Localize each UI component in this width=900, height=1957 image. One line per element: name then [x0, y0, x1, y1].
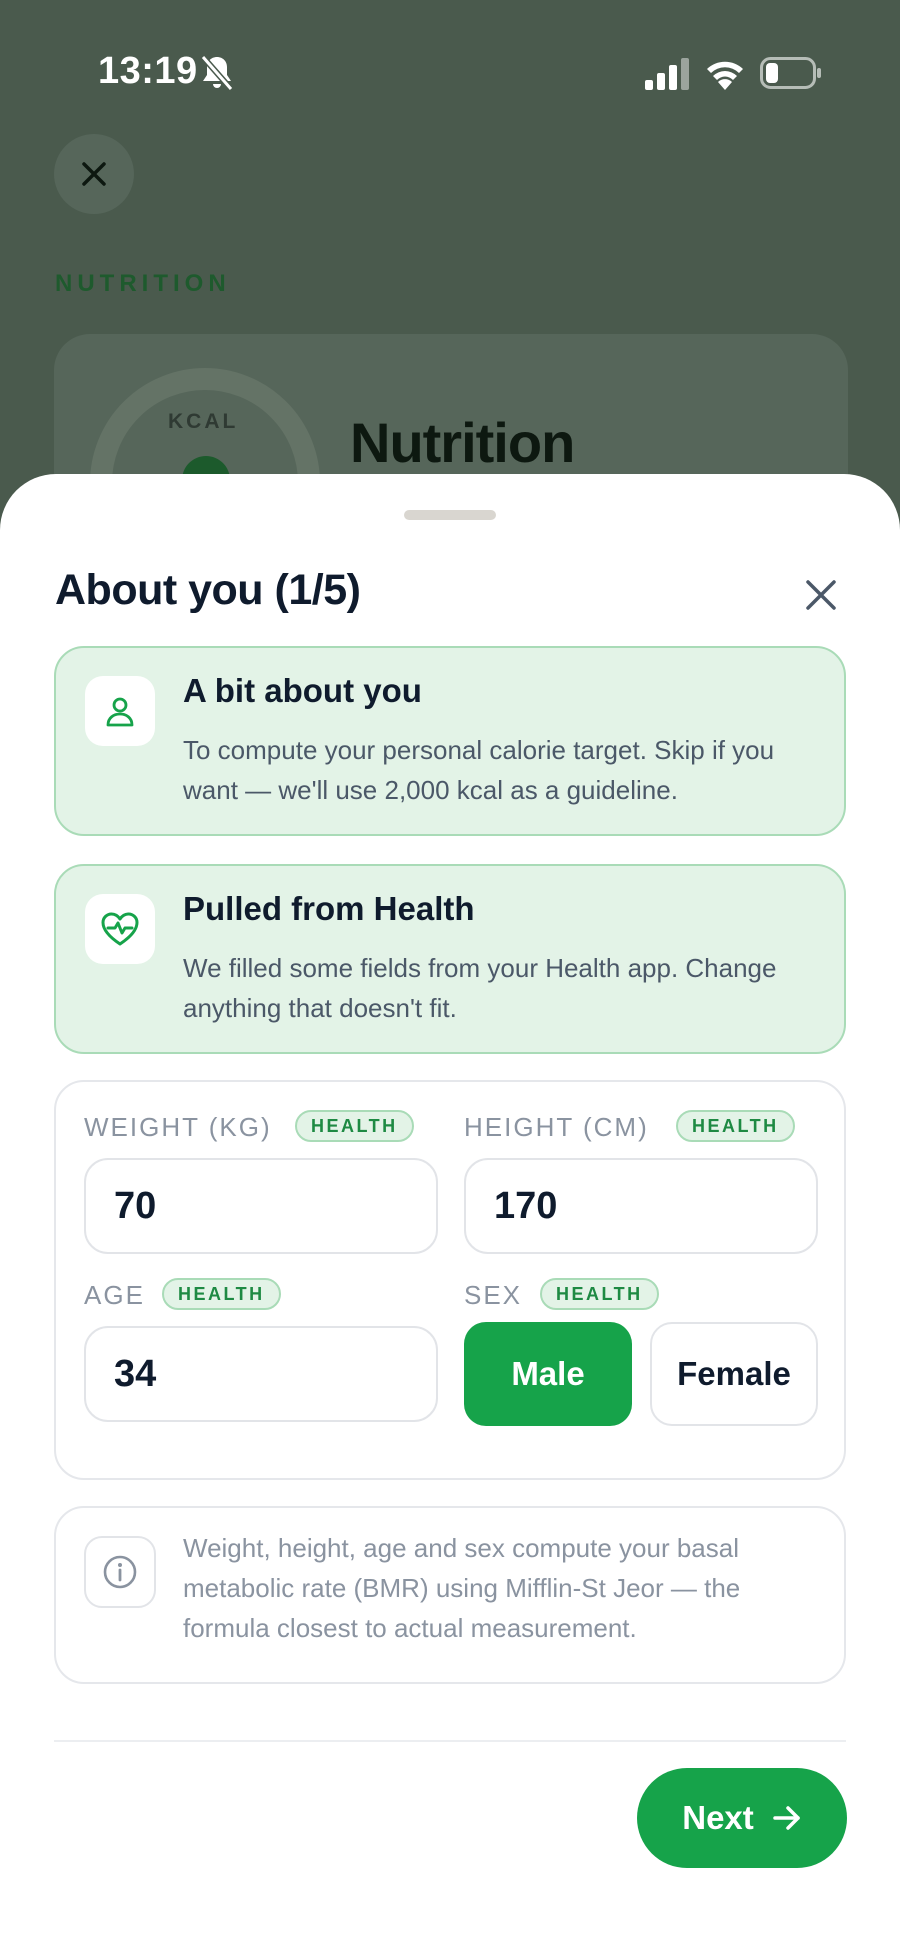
background-screen: 13:19 NUTRITION KCAL Nutrition [0, 0, 900, 598]
background-section-label: NUTRITION [55, 270, 231, 297]
intro-body: To compute your personal calorie target.… [183, 735, 775, 805]
close-icon [82, 162, 106, 186]
cellular-signal-icon [645, 58, 689, 90]
sheet-close-button[interactable] [796, 570, 846, 620]
wifi-icon [707, 61, 743, 90]
weight-input[interactable]: 70 [84, 1158, 438, 1254]
age-label: AGE [84, 1280, 145, 1310]
intro-title: A bit about you [183, 672, 422, 709]
status-time: 13:19 [98, 50, 198, 92]
close-icon [806, 580, 836, 610]
bell-slash-icon [200, 55, 234, 91]
next-button-label: Next [682, 1799, 754, 1836]
height-label: HEIGHT (CM) [464, 1112, 649, 1142]
background-close-button [54, 134, 134, 214]
health-title: Pulled from Health [183, 890, 475, 927]
arrow-right-icon [773, 1806, 800, 1830]
battery-icon [760, 57, 821, 89]
heart-pulse-icon [101, 912, 139, 946]
sex-health-badge: HEALTH [540, 1278, 659, 1310]
background-kcal-label: KCAL [168, 410, 239, 433]
health-icon-box [85, 894, 155, 964]
person-icon [106, 697, 134, 727]
sheet-title: About you (1/5) [55, 566, 361, 614]
sex-label: SEX [464, 1280, 523, 1310]
height-health-badge: HEALTH [676, 1110, 795, 1142]
sex-option-female[interactable]: Female [650, 1322, 818, 1426]
about-you-sheet: About you (1/5) A bit about you To compu… [0, 474, 900, 1957]
body-metrics-form: WEIGHT (KG) HEALTH 70 HEIGHT (CM) HEALTH… [54, 1080, 846, 1480]
height-input[interactable]: 170 [464, 1158, 818, 1254]
weight-label: WEIGHT (KG) [84, 1112, 272, 1142]
health-info-card: Pulled from Health We filled some fields… [54, 864, 846, 1054]
intro-icon-box [85, 676, 155, 746]
weight-health-badge: HEALTH [295, 1110, 414, 1142]
health-body: We filled some fields from your Health a… [183, 953, 777, 1023]
info-icon [103, 1555, 137, 1589]
bmr-note-card: Weight, height, age and sex compute your… [54, 1506, 846, 1684]
background-card-title: Nutrition [350, 411, 575, 474]
note-icon-box [84, 1536, 156, 1608]
age-input[interactable]: 34 [84, 1326, 438, 1422]
sex-option-male[interactable]: Male [464, 1322, 632, 1426]
sheet-grabber[interactable] [404, 510, 496, 520]
footer-divider [54, 1740, 846, 1742]
age-health-badge: HEALTH [162, 1278, 281, 1310]
status-bar: 13:19 [0, 0, 900, 140]
bmr-note-text: Weight, height, age and sex compute your… [183, 1533, 741, 1643]
next-button[interactable]: Next [637, 1768, 847, 1868]
intro-info-card: A bit about you To compute your personal… [54, 646, 846, 836]
